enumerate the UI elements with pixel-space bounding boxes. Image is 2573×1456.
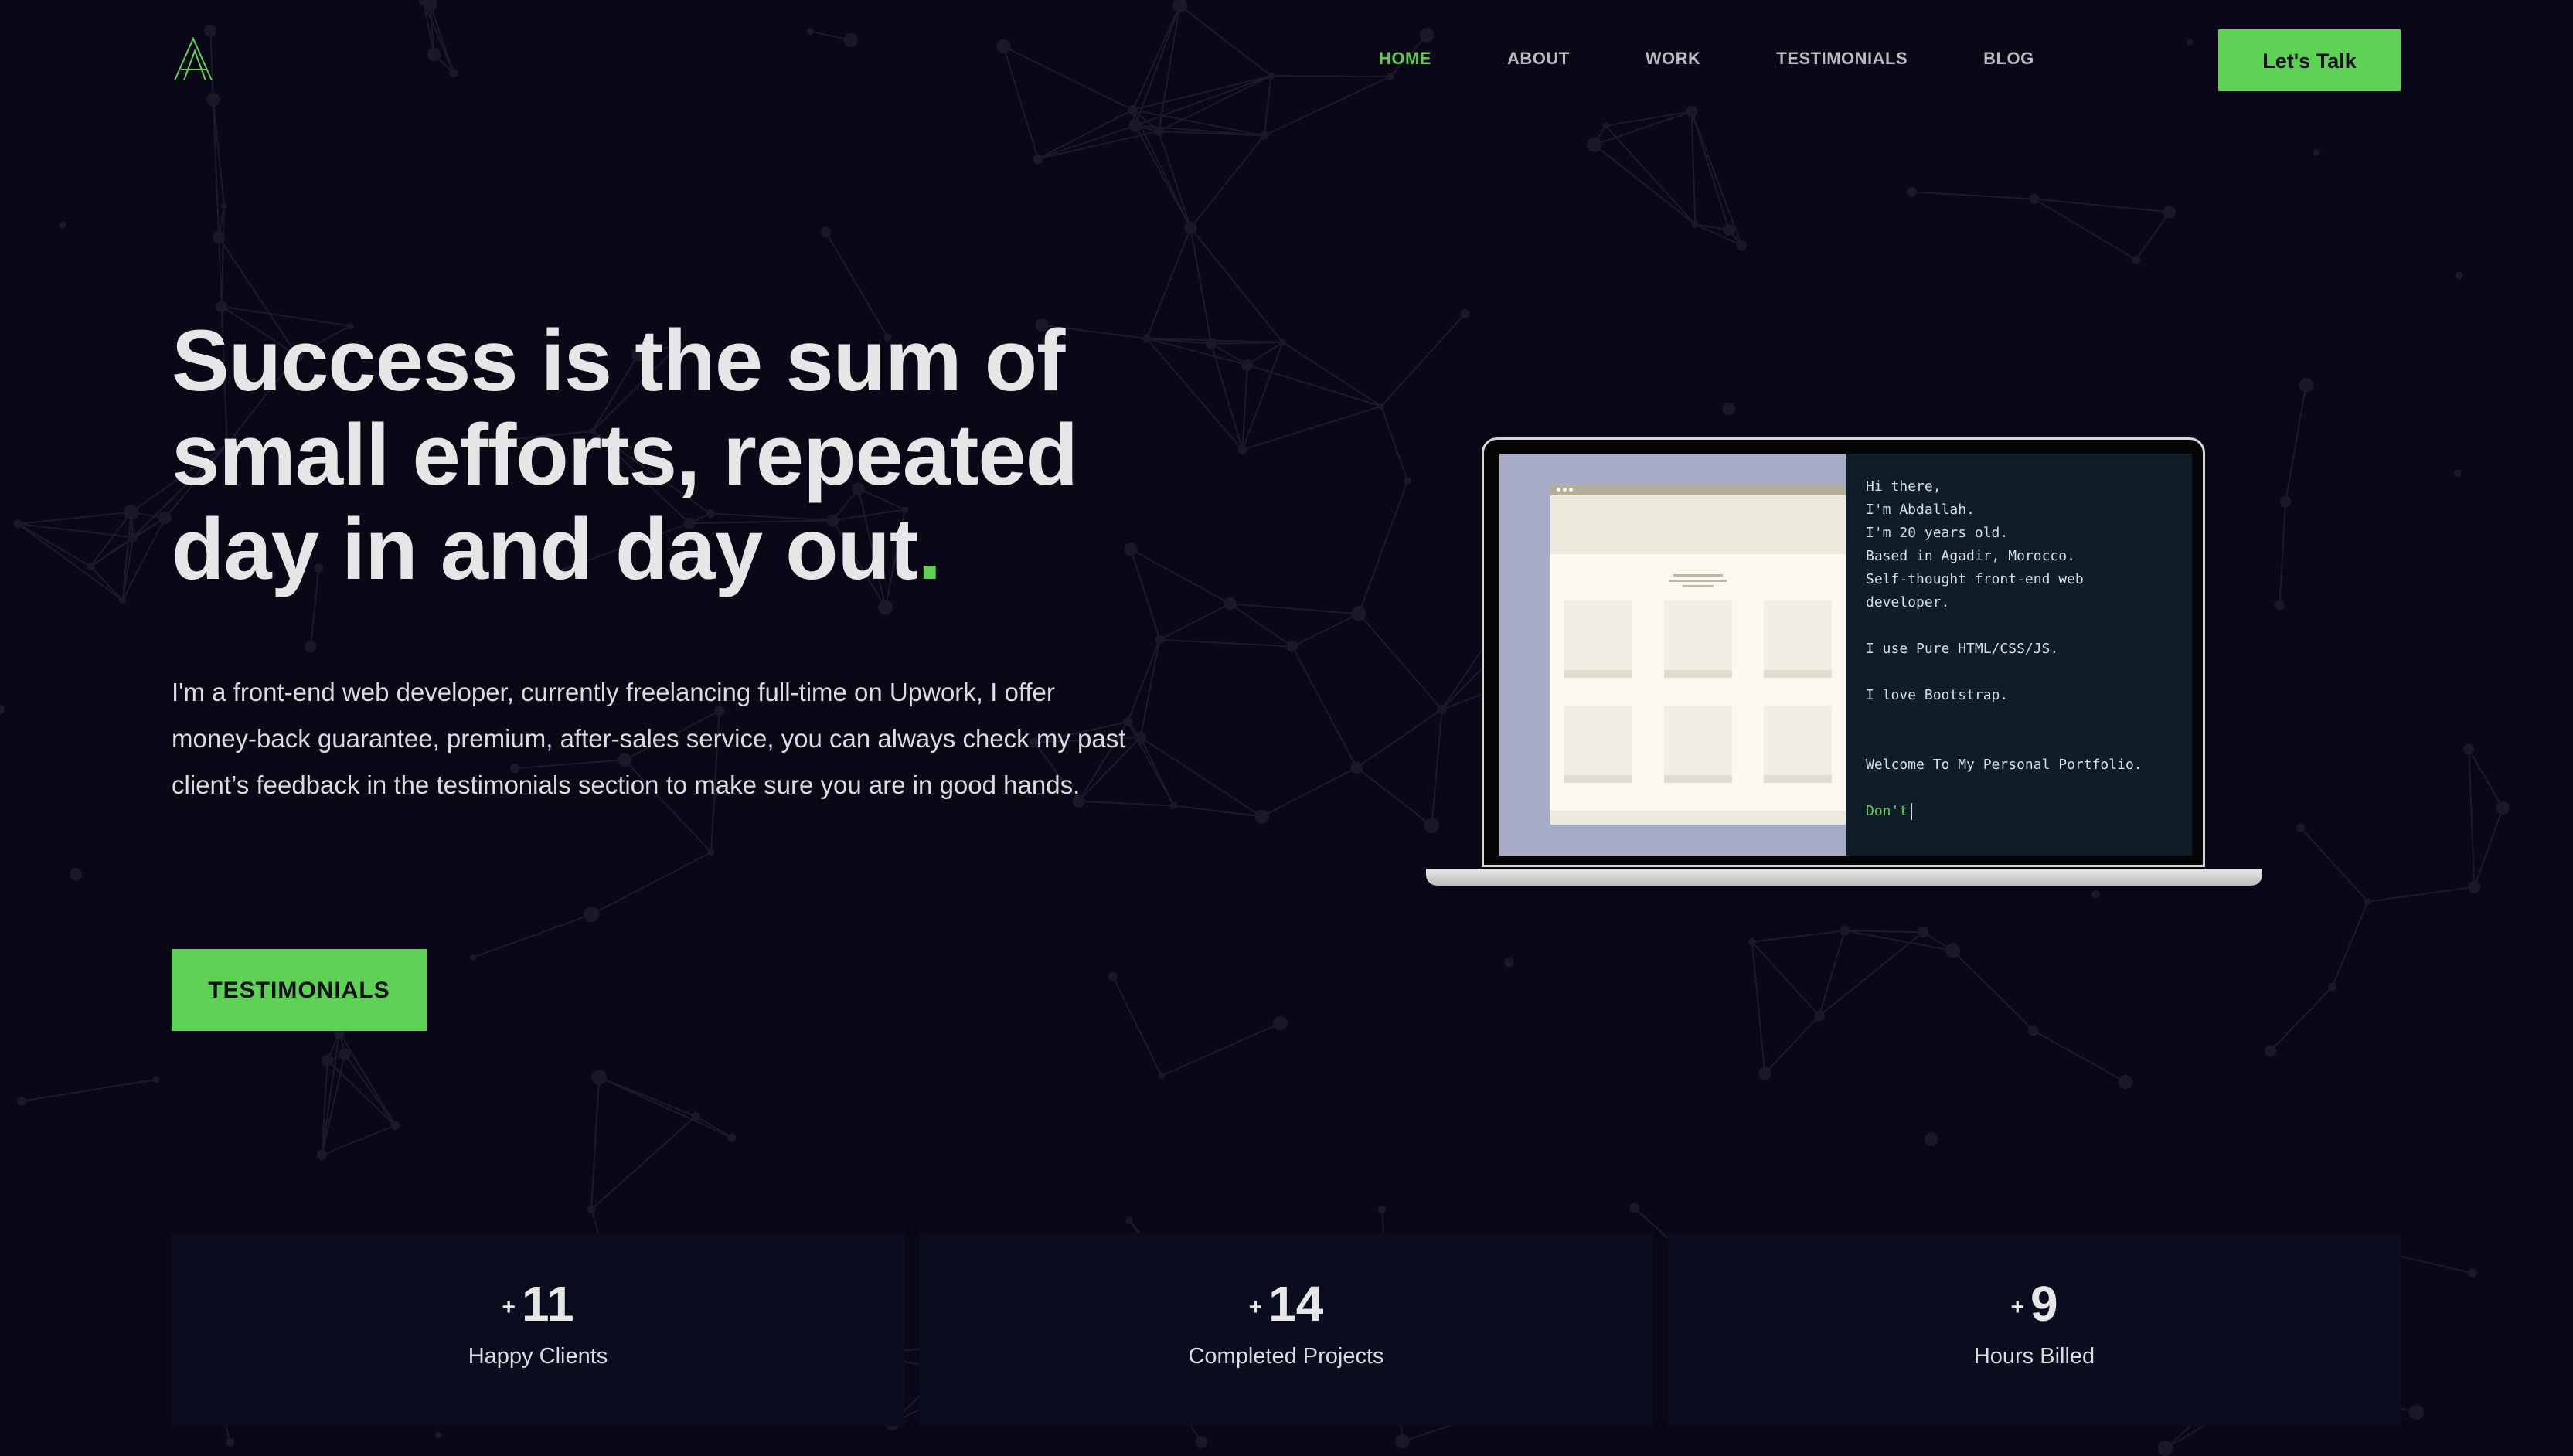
hero-headline-text: Success is the sum of small efforts, rep… <box>172 312 1078 597</box>
stat-value: 9 <box>2030 1276 2058 1332</box>
stat-happy-clients: +11 Happy Clients <box>172 1233 904 1426</box>
nav-about[interactable]: ABOUT <box>1507 46 1570 71</box>
hero-headline: Success is the sum of small efforts, rep… <box>172 314 1176 597</box>
preview-heading-lines <box>1669 571 1727 590</box>
terminal-typing-text: Don't <box>1866 803 1908 819</box>
terminal-line: I love Bootstrap. <box>1866 687 2009 703</box>
stat-plus: + <box>502 1294 516 1321</box>
terminal-panel: Hi there, I'm Abdallah. I'm 20 years old… <box>1846 454 2192 856</box>
preview-card <box>1664 706 1732 783</box>
logo-icon[interactable] <box>172 36 220 83</box>
stat-plus: + <box>2010 1294 2024 1321</box>
stat-number: +9 <box>1668 1276 2401 1335</box>
stat-hours-billed: +9 Hours Billed <box>1668 1233 2401 1426</box>
nav-work[interactable]: WORK <box>1646 46 1701 71</box>
stat-value: 14 <box>1268 1276 1324 1332</box>
stat-plus: + <box>1248 1294 1263 1321</box>
laptop-illustration: Hi there, I'm Abdallah. I'm 20 years old… <box>1426 437 2262 889</box>
stat-label: Hours Billed <box>1973 1344 2095 1369</box>
terminal-line: Self-thought front-end web <box>1866 571 2084 587</box>
nav-home[interactable]: HOME <box>1379 46 1431 71</box>
preview-titlebar <box>1550 485 1846 495</box>
stat-value: 11 <box>521 1276 574 1332</box>
preview-card <box>1764 600 1832 678</box>
preview-card <box>1664 600 1732 678</box>
testimonials-button[interactable]: TESTIMONIALS <box>172 949 427 1031</box>
stats-row: +11 Happy Clients +14 Completed Projects… <box>172 1233 2401 1426</box>
preview-header <box>1550 495 1846 554</box>
website-preview <box>1499 454 1846 856</box>
stat-number: +11 <box>172 1276 904 1335</box>
terminal-line: Based in Agadir, Morocco. <box>1866 548 2075 564</box>
terminal-line: I'm 20 years old. <box>1866 525 2009 541</box>
terminal-line: Welcome To My Personal Portfolio. <box>1866 757 2142 773</box>
preview-card <box>1564 600 1632 678</box>
laptop-base <box>1426 869 2262 886</box>
text-cursor-icon <box>1911 803 1913 820</box>
hero-headline-dot: . <box>917 501 941 597</box>
preview-card <box>1564 706 1632 783</box>
lets-talk-button[interactable]: Let's Talk <box>2218 29 2401 91</box>
nav-testimonials[interactable]: TESTIMONIALS <box>1776 46 1908 71</box>
main-nav: HOME ABOUT WORK TESTIMONIALS BLOG <box>1379 46 2110 71</box>
terminal-line: developer. <box>1866 594 1950 611</box>
terminal-line: I'm Abdallah. <box>1866 502 1975 518</box>
stat-label: Happy Clients <box>468 1344 608 1369</box>
preview-footer <box>1550 811 1846 825</box>
stat-label: Completed Projects <box>1188 1344 1384 1369</box>
hero-intro: I'm a front-end web developer, currently… <box>172 678 1126 799</box>
stat-number: +14 <box>920 1276 1652 1335</box>
preview-card <box>1764 706 1832 783</box>
website-preview-window <box>1550 485 1846 825</box>
stat-completed-projects: +14 Completed Projects <box>920 1233 1652 1426</box>
nav-blog[interactable]: BLOG <box>1983 46 2034 71</box>
terminal-line: Hi there, <box>1866 478 1942 495</box>
terminal-line: I use Pure HTML/CSS/JS. <box>1866 641 2059 657</box>
laptop-screen: Hi there, I'm Abdallah. I'm 20 years old… <box>1482 437 2205 867</box>
terminal-typing-line: Don't <box>1866 800 2172 823</box>
